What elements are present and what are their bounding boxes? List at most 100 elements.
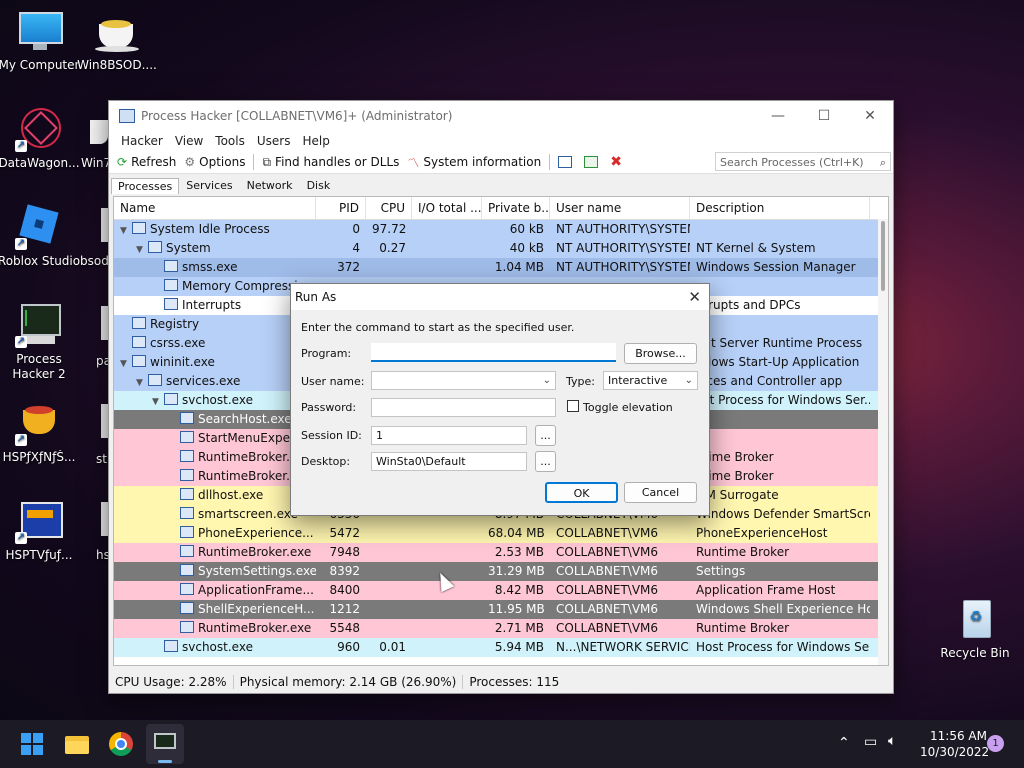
menu-users[interactable]: Users [251,134,297,148]
process-row[interactable]: ▼ System Idle Process 0 97.72 60 kB NT AUTHOR… [114,220,888,239]
volume-icon[interactable]: 🔈︎ [888,733,896,749]
column-header-pid[interactable]: PID [316,197,366,219]
process-icon [148,374,162,386]
process-row[interactable]: smss.exe 372 1.04 MB NT AUTHORITY\SYSTEM Win… [114,258,888,277]
desktop-icon-hsp-script[interactable]: ↗ HSPƒXƒNƒŠ... [0,400,81,465]
taskbar-time[interactable]: 11:56 AM [930,729,987,743]
column-header-io-total[interactable]: I/O total ... [412,197,482,219]
cancel-button[interactable]: Cancel [624,482,697,503]
column-header-description[interactable]: Description [690,197,870,219]
menu-view[interactable]: View [169,134,209,148]
expand-chevron-icon[interactable]: ▼ [120,355,132,372]
desktop-icon-recycle-bin[interactable]: ♻ Recycle Bin [933,596,1017,661]
process-icon [180,545,194,557]
column-header-user-name[interactable]: User name [550,197,690,219]
desktop-icon-hs[interactable]: hs [80,498,110,563]
process-row[interactable]: ShellExperienceH... 1212 11.95 MB COLLABNET… [114,600,888,619]
process-io-total [412,638,482,657]
file-explorer-icon[interactable] [65,732,89,756]
process-row[interactable]: ApplicationFrame... 8400 8.42 MB COLLABNET\… [114,581,888,600]
desktop-icon-pa[interactable]: pa [80,302,110,369]
process-user-name: COLLABNET\VM6 [556,602,659,616]
system-information-button[interactable]: 〽 System information [403,154,545,171]
tab-disk[interactable]: Disk [300,177,338,194]
desktop-icon-hsptv[interactable]: ↗ HSPTVƒuƒ... [0,498,81,563]
session-id-browse-button[interactable]: ... [535,425,556,446]
options-button[interactable]: ⚙ Options [180,155,249,169]
column-header-private-bytes[interactable]: Private b... [482,197,550,219]
chrome-icon[interactable] [109,732,133,756]
window-button[interactable] [554,156,580,168]
tab-network[interactable]: Network [240,177,300,194]
menu-tools[interactable]: Tools [209,134,251,148]
desktop-icon-st[interactable]: st [80,400,110,467]
column-header-name[interactable]: Name [114,197,316,219]
dialog-titlebar[interactable]: Run As ✕ [291,284,709,310]
desktop-icon-win7[interactable]: Win7 [75,106,111,171]
process-row[interactable]: ▼ System 4 0.27 40 kB NT AUTHORITY\SYSTEM NT K… [114,239,888,258]
desktop-icon-process-hacker[interactable]: ↗ Process Hacker 2 [0,302,81,382]
scrollbar-thumb[interactable] [881,221,885,291]
process-row[interactable]: SystemSettings.exe 8392 31.29 MB COLLABNET\… [114,562,888,581]
process-hacker-taskbar-button[interactable] [146,724,184,764]
process-name: PhoneExperience... [198,526,314,540]
menu-hacker[interactable]: Hacker [115,134,169,148]
tab-processes[interactable]: Processes [111,178,180,194]
toggle-elevation-checkbox[interactable] [567,400,579,412]
process-cpu [366,619,412,638]
refresh-button[interactable]: ⟳ Refresh [113,155,180,169]
taskbar-date[interactable]: 10/30/2022 [920,745,989,759]
process-name-cell: smartscreen.exe [114,505,316,524]
process-name-cell: RuntimeBroker.e [114,448,316,467]
notification-badge[interactable]: 1 [987,735,1004,752]
ok-button[interactable]: OK [545,482,618,503]
process-name: ShellExperienceH... [198,602,315,616]
minimize-button[interactable]: — [755,101,801,131]
window-titlebar[interactable]: Process Hacker [COLLABNET\VM6]+ (Adminis… [109,101,893,131]
dialog-close-button[interactable]: ✕ [688,284,701,310]
browse-button[interactable]: Browse... [624,343,697,364]
hsp-teacup-icon: ↗ [15,400,63,446]
column-headers: Name PID CPU I/O total ... Private b... … [114,197,888,220]
show-hidden-icons-chevron-icon[interactable]: ⌃ [838,735,850,751]
username-combobox[interactable]: ⌄ [371,371,556,390]
type-combobox[interactable]: Interactive ⌄ [603,371,698,390]
expand-chevron-icon[interactable]: ▼ [136,374,148,391]
expand-chevron-icon[interactable]: ▼ [152,393,164,410]
process-row[interactable]: PhoneExperience... 5472 68.04 MB COLLABNET\… [114,524,888,543]
tab-services[interactable]: Services [179,177,239,194]
desktop-icon-win8bsod[interactable]: Win8BSOD.... [75,8,159,73]
type-label: Type: [566,375,595,388]
desktop-input[interactable]: WinSta0\Default [371,452,527,471]
process-row[interactable]: RuntimeBroker.exe 5548 2.71 MB COLLABNET\VM… [114,619,888,638]
process-row[interactable]: RuntimeBroker.exe 7948 2.53 MB COLLABNET\VM… [114,543,888,562]
find-window-button[interactable] [580,156,606,168]
session-id-input[interactable]: 1 [371,426,527,445]
search-processes-input[interactable]: Search Processes (Ctrl+K) ⌕ [715,152,891,171]
desktop-browse-button[interactable]: ... [535,451,556,472]
maximize-button[interactable]: ☐ [801,101,847,131]
terminate-button[interactable]: ✖ [606,154,630,170]
file-icon [83,498,109,544]
process-icon [164,279,178,291]
find-handles-button[interactable]: ⧉ Find handles or DLLs [258,155,403,170]
network-icon[interactable]: ▭ [864,734,877,750]
desktop-icon-datawagon[interactable]: ↗ DataWagon... [0,106,81,171]
process-row[interactable]: svchost.exe 960 0.01 5.94 MB N...\NETWORK SE… [114,638,888,657]
process-name-cell: ▼ wininit.exe [114,353,316,372]
expand-chevron-icon[interactable]: ▼ [120,222,132,239]
menu-help[interactable]: Help [296,134,335,148]
windows-start-icon[interactable] [20,732,44,756]
desktop-icon-bsod[interactable]: bsod [80,204,110,269]
expand-chevron-icon[interactable]: ▼ [136,241,148,258]
desktop-icon-roblox-studio[interactable]: ↗ Roblox Studio [0,204,81,269]
close-button[interactable]: ✕ [847,101,893,131]
options-label: Options [199,155,246,169]
desktop-icon-my-computer[interactable]: My Computer [0,8,81,73]
toolbar-separator [253,154,255,170]
password-input[interactable] [371,398,556,417]
process-cpu: 0.27 [379,241,406,255]
program-input[interactable] [371,343,616,362]
column-header-cpu[interactable]: CPU [366,197,412,219]
vertical-scrollbar[interactable] [878,219,888,665]
